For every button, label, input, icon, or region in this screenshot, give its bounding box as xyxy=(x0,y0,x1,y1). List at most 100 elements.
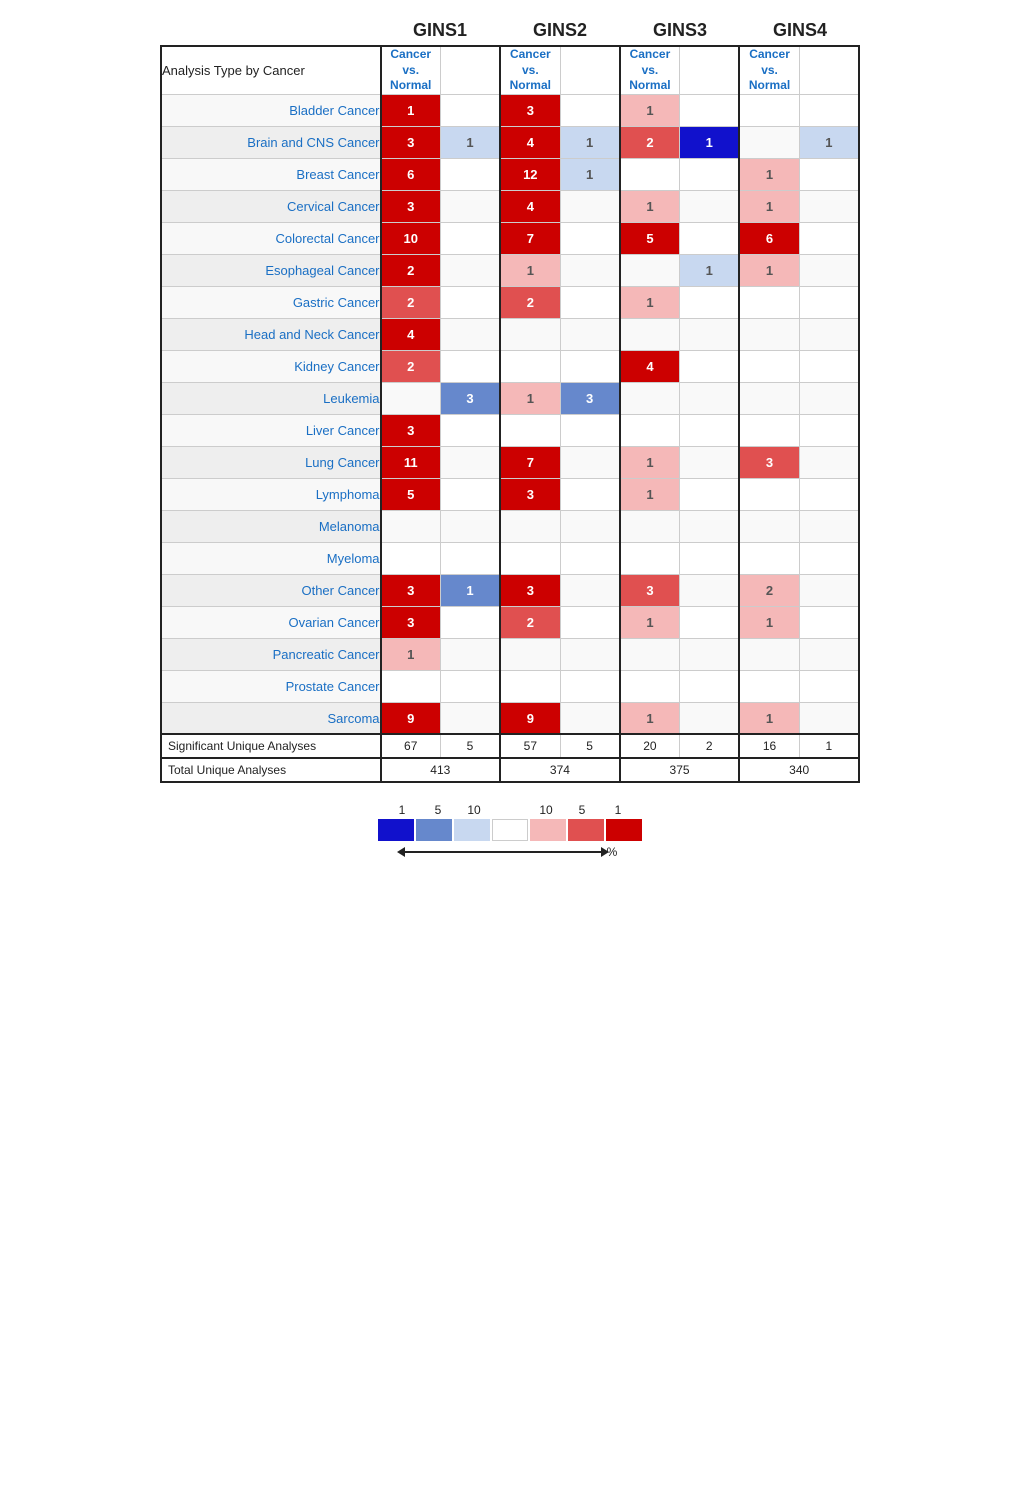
legend: 1 5 10 10 5 1 % xyxy=(160,803,860,859)
data-cell-g4a xyxy=(739,318,799,350)
data-cell-g1a: 1 xyxy=(381,94,441,126)
data-cell-g4b xyxy=(799,446,859,478)
data-cell-g1a: 11 xyxy=(381,446,441,478)
data-cell-g3b xyxy=(680,446,740,478)
data-cell-g2b xyxy=(560,638,620,670)
data-cell-g1b xyxy=(440,606,500,638)
data-cell-g1a: 3 xyxy=(381,190,441,222)
sig-g1b: 5 xyxy=(440,734,500,758)
data-cell-g2b: 3 xyxy=(560,382,620,414)
data-cell-g4a xyxy=(739,670,799,702)
data-cell-g1b xyxy=(440,254,500,286)
legend-red-5 xyxy=(568,819,604,841)
data-cell-g2a xyxy=(500,542,560,574)
data-cell-g2b xyxy=(560,350,620,382)
data-cell-g1a: 5 xyxy=(381,478,441,510)
total-g4: 340 xyxy=(739,758,859,782)
data-cell-g4b xyxy=(799,702,859,734)
data-cell-g4a xyxy=(739,542,799,574)
data-cell-g1b xyxy=(440,190,500,222)
cancer-label: Prostate Cancer xyxy=(161,670,381,702)
total-label: Total Unique Analyses xyxy=(161,758,381,782)
cancer-label: Breast Cancer xyxy=(161,158,381,190)
total-g2: 374 xyxy=(500,758,620,782)
data-cell-g2b: 1 xyxy=(560,126,620,158)
table-row: Myeloma xyxy=(161,542,859,574)
data-cell-g3b xyxy=(680,158,740,190)
data-cell-g4b xyxy=(799,478,859,510)
data-cell-g4a xyxy=(739,94,799,126)
data-cell-g3b xyxy=(680,638,740,670)
data-cell-g3a xyxy=(620,254,680,286)
table-row: Gastric Cancer221 xyxy=(161,286,859,318)
cancer-label: Ovarian Cancer xyxy=(161,606,381,638)
data-cell-g3b xyxy=(680,318,740,350)
data-cell-g1a: 6 xyxy=(381,158,441,190)
data-cell-g3a xyxy=(620,638,680,670)
data-cell-g3a xyxy=(620,158,680,190)
data-cell-g3b xyxy=(680,382,740,414)
data-cell-g3a: 1 xyxy=(620,702,680,734)
sig-g4b: 1 xyxy=(799,734,859,758)
data-cell-g2a: 2 xyxy=(500,606,560,638)
data-cell-g3a: 1 xyxy=(620,478,680,510)
data-cell-g3a xyxy=(620,414,680,446)
data-cell-g4b xyxy=(799,510,859,542)
legend-label-blank xyxy=(492,803,528,817)
data-cell-g1a: 3 xyxy=(381,414,441,446)
data-cell-g4b xyxy=(799,222,859,254)
data-cell-g4a: 6 xyxy=(739,222,799,254)
data-cell-g1b xyxy=(440,222,500,254)
data-cell-g4b xyxy=(799,254,859,286)
data-cell-g2a xyxy=(500,318,560,350)
cancer-label: Leukemia xyxy=(161,382,381,414)
data-cell-g3a: 1 xyxy=(620,606,680,638)
data-cell-g1a: 10 xyxy=(381,222,441,254)
cancer-label: Melanoma xyxy=(161,510,381,542)
total-g1: 413 xyxy=(381,758,501,782)
data-cell-g4a: 1 xyxy=(739,254,799,286)
data-cell-g3a: 1 xyxy=(620,190,680,222)
total-g3: 375 xyxy=(620,758,740,782)
data-cell-g2a: 3 xyxy=(500,574,560,606)
main-table: Analysis Type by Cancer Cancervs.Normal … xyxy=(160,45,860,783)
data-cell-g1a: 3 xyxy=(381,574,441,606)
table-row: Lymphoma531 xyxy=(161,478,859,510)
data-cell-g4a xyxy=(739,286,799,318)
data-cell-g3a: 3 xyxy=(620,574,680,606)
table-row: Sarcoma9911 xyxy=(161,702,859,734)
table-row: Kidney Cancer24 xyxy=(161,350,859,382)
cancer-label: Pancreatic Cancer xyxy=(161,638,381,670)
data-cell-g2b xyxy=(560,606,620,638)
col-header-g2a: Cancervs.Normal xyxy=(500,46,560,94)
data-cell-g4b xyxy=(799,670,859,702)
data-cell-g1a: 4 xyxy=(381,318,441,350)
legend-blue-5 xyxy=(416,819,452,841)
data-cell-g1b xyxy=(440,446,500,478)
table-row: Cervical Cancer3411 xyxy=(161,190,859,222)
table-row: Melanoma xyxy=(161,510,859,542)
data-cell-g1b xyxy=(440,478,500,510)
table-row: Colorectal Cancer10756 xyxy=(161,222,859,254)
data-cell-g3a xyxy=(620,542,680,574)
data-cell-g3b xyxy=(680,414,740,446)
data-cell-g4b xyxy=(799,542,859,574)
gins4-label: GINS4 xyxy=(740,20,860,41)
data-cell-g3a xyxy=(620,318,680,350)
data-cell-g2a: 4 xyxy=(500,190,560,222)
data-cell-g1a xyxy=(381,510,441,542)
data-cell-g4a: 2 xyxy=(739,574,799,606)
legend-label-1: 1 xyxy=(384,803,420,817)
data-cell-g3a: 1 xyxy=(620,94,680,126)
data-cell-g1b xyxy=(440,158,500,190)
sig-g2a: 57 xyxy=(500,734,560,758)
cancer-label: Esophageal Cancer xyxy=(161,254,381,286)
data-cell-g2a: 3 xyxy=(500,478,560,510)
data-cell-g4a xyxy=(739,382,799,414)
data-cell-g2b xyxy=(560,94,620,126)
table-row: Prostate Cancer xyxy=(161,670,859,702)
table-row: Head and Neck Cancer4 xyxy=(161,318,859,350)
chart-container: GINS1 GINS2 GINS3 GINS4 Analysis Type by… xyxy=(160,20,860,859)
data-cell-g1b xyxy=(440,542,500,574)
data-cell-g3a: 4 xyxy=(620,350,680,382)
